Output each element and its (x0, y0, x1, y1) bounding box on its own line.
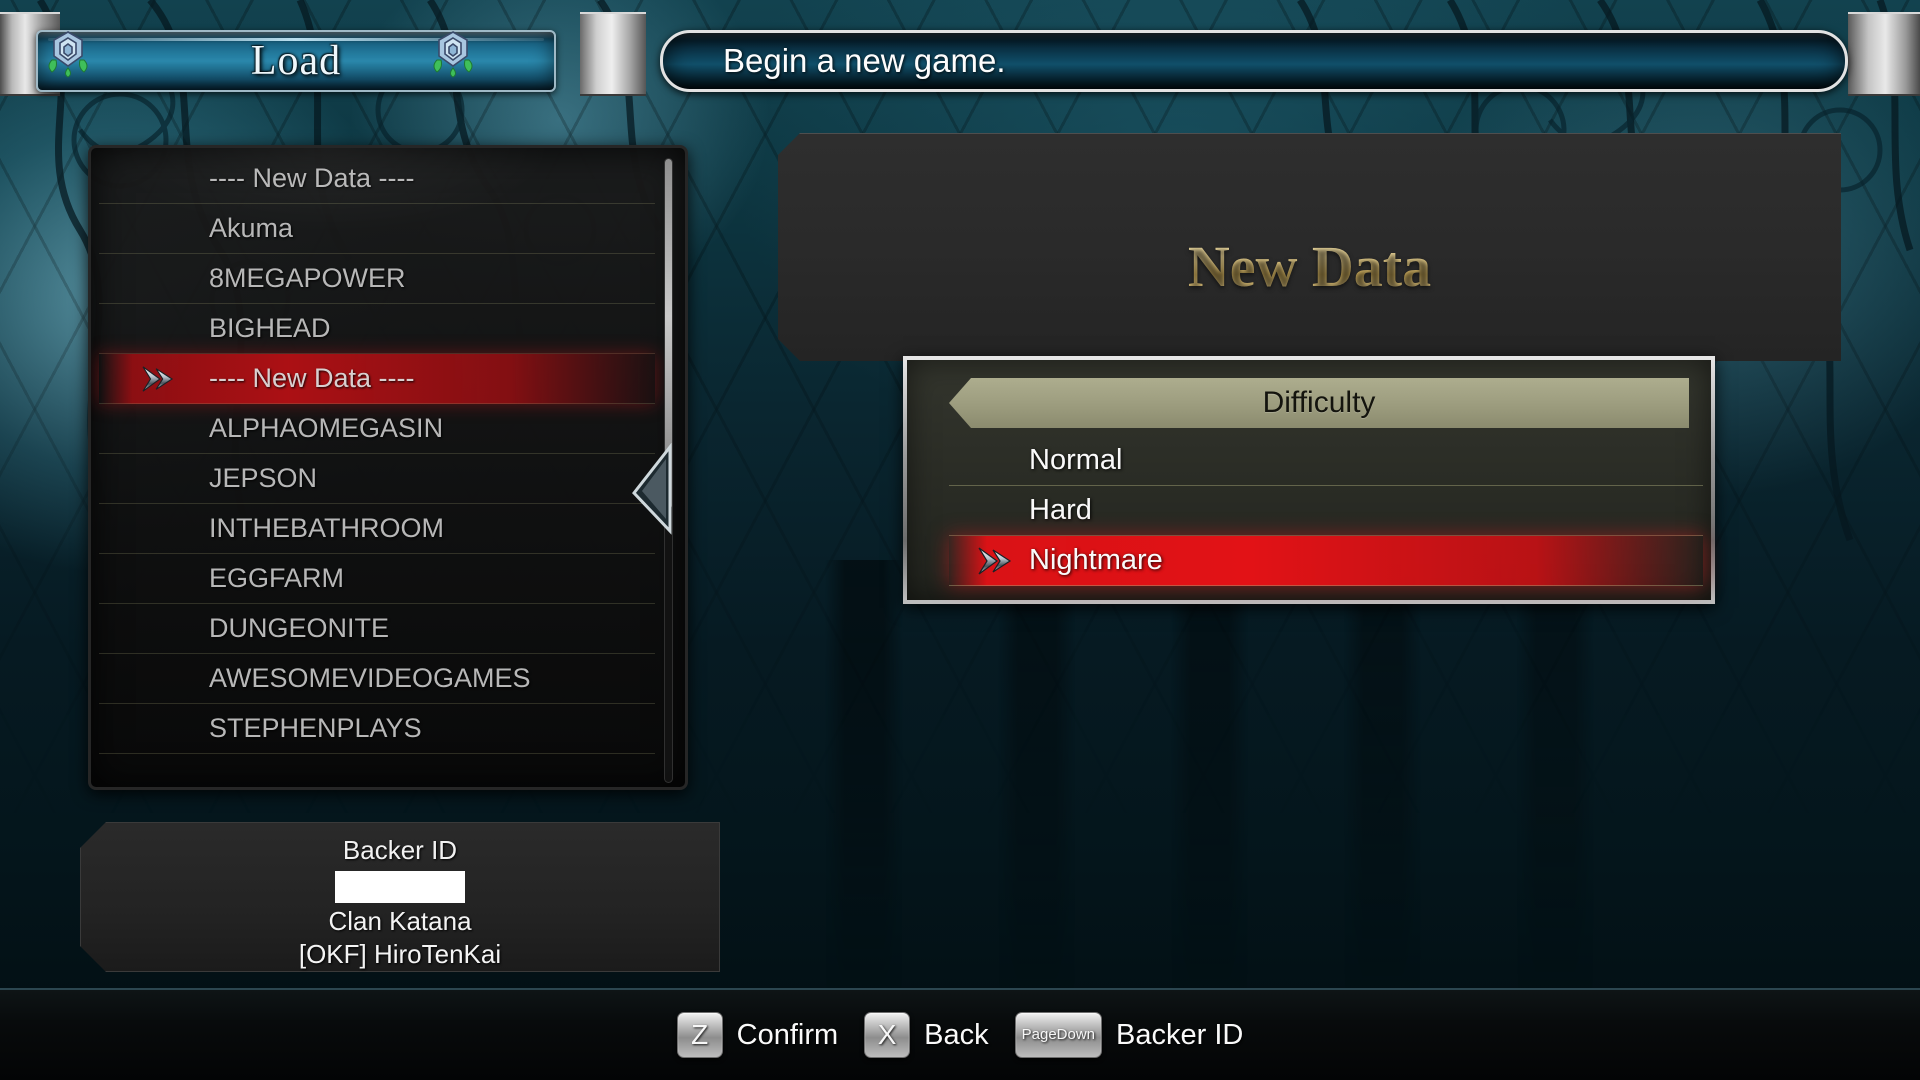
footer-hint-label: Confirm (736, 1018, 839, 1051)
footer-hint: Z Confirm (676, 1012, 839, 1058)
footer-hint: Page Down Backer ID (1014, 1012, 1244, 1058)
save-list-item[interactable]: STEPHENPLAYS (99, 704, 655, 754)
save-list-item[interactable]: ---- New Data ---- (99, 154, 655, 204)
difficulty-option[interactable]: Nightmare (949, 536, 1703, 586)
save-file-list-rows: ---- New Data ---- Akuma 8MEGAPOWER BIGHEAD… (99, 154, 655, 781)
save-list-item-label: Akuma (209, 213, 294, 243)
difficulty-menu[interactable]: Difficulty Normal Hard Nightmare (903, 356, 1715, 604)
message-text: Begin a new game. (723, 42, 1006, 79)
save-detail-title: New Data (1187, 234, 1432, 299)
save-list-item[interactable]: ALPHAOMEGASIN (99, 404, 655, 454)
difficulty-option[interactable]: Normal (949, 436, 1703, 486)
key-cap[interactable]: Page Down (1014, 1012, 1103, 1058)
save-list-item[interactable]: ---- New Data ---- (99, 354, 655, 404)
save-list-item[interactable]: JEPSON (99, 454, 655, 504)
footer-hint-bar: Z Confirm X Back Page Down Backer ID (0, 988, 1920, 1080)
key-cap[interactable]: Z (676, 1012, 723, 1058)
top-bar-row: Load Begin a new game. (0, 12, 1920, 96)
save-file-list[interactable]: ---- New Data ---- Akuma 8MEGAPOWER BIGHEAD… (88, 145, 688, 790)
save-list-item-label: INTHEBATHROOM (209, 513, 444, 543)
footer-hint: X Back (864, 1012, 989, 1058)
message-bar: Begin a new game. (660, 30, 1848, 92)
frame-ornament-middle (580, 12, 646, 96)
difficulty-option-label: Hard (1029, 494, 1092, 526)
difficulty-menu-header: Difficulty (949, 378, 1689, 428)
save-list-item-label: AWESOMEVIDEOGAMES (209, 663, 531, 693)
save-list-item[interactable]: AWESOMEVIDEOGAMES (99, 654, 655, 704)
save-list-item[interactable]: INTHEBATHROOM (99, 504, 655, 554)
save-list-item[interactable]: DUNGEONITE (99, 604, 655, 654)
rose-emblem-icon (48, 31, 88, 78)
double-chevron-cursor-icon (978, 547, 1012, 574)
save-list-item-label: ---- New Data ---- (209, 163, 415, 193)
backer-username: [OKF] HiroTenKai (298, 939, 502, 969)
save-detail-panel: New Data (778, 133, 1841, 361)
save-list-item-label: STEPHENPLAYS (209, 713, 422, 743)
rose-emblem-icon (433, 31, 473, 78)
save-list-item[interactable]: 8MEGAPOWER (99, 254, 655, 304)
difficulty-option[interactable]: Hard (949, 486, 1703, 536)
save-list-item-label: EGGFARM (209, 563, 345, 593)
footer-hint-label: Backer ID (1116, 1018, 1244, 1051)
save-list-item-label: JEPSON (209, 463, 318, 493)
save-list-item[interactable]: Akuma (99, 204, 655, 254)
backer-id-panel: Backer ID Clan Katana [OKF] HiroTenKai (80, 822, 720, 972)
save-list-item-label: ---- New Data ---- (209, 363, 415, 393)
difficulty-option-label: Normal (1029, 444, 1123, 476)
save-list-item-label: DUNGEONITE (209, 613, 390, 643)
key-cap-line: Down (1056, 1026, 1096, 1043)
page-title: Load (250, 38, 342, 84)
key-cap-line: Page (1021, 1026, 1057, 1043)
difficulty-menu-header-label: Difficulty (1262, 386, 1376, 419)
save-list-item-label: ALPHAOMEGASIN (209, 413, 444, 443)
key-cap[interactable]: X (864, 1012, 911, 1058)
double-chevron-cursor-icon (142, 365, 174, 392)
save-list-item-label: BIGHEAD (209, 313, 331, 343)
backer-id-redacted-value (335, 871, 465, 903)
save-list-item-label: 8MEGAPOWER (209, 263, 406, 293)
difficulty-option-label: Nightmare (1029, 544, 1163, 576)
save-list-item[interactable]: EGGFARM (99, 554, 655, 604)
difficulty-option-list: Normal Hard Nightmare (949, 436, 1703, 586)
backer-id-title: Backer ID (342, 835, 458, 865)
backer-clan-name: Clan Katana (328, 906, 472, 936)
save-list-item[interactable]: BIGHEAD (99, 304, 655, 354)
arrow-left-icon[interactable] (630, 443, 676, 535)
footer-hint-label: Back (924, 1018, 989, 1051)
frame-ornament-right (1848, 12, 1920, 96)
